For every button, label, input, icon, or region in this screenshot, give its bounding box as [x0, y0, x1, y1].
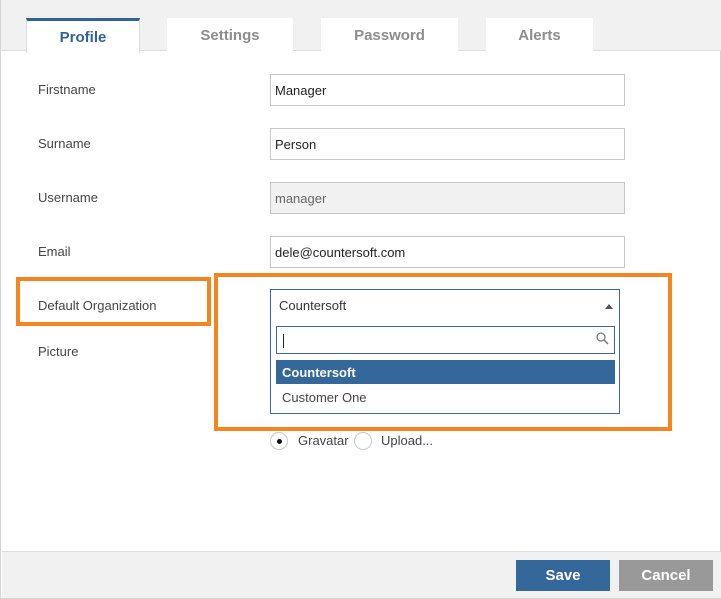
organization-select[interactable]: Countersoft [270, 289, 620, 321]
email-field[interactable] [270, 236, 625, 268]
tab-alerts[interactable]: Alerts [486, 18, 593, 52]
radio-upload-label: Upload... [381, 433, 434, 448]
surname-field[interactable] [270, 128, 625, 160]
username-label: Username [38, 190, 98, 205]
dropdown-option-countersoft[interactable]: Countersoft [276, 360, 615, 384]
save-button[interactable]: Save [516, 560, 610, 591]
tab-bar: Profile Settings Password Alerts [1, 0, 721, 53]
email-label: Email [38, 244, 71, 259]
search-icon [596, 332, 609, 345]
radio-checked-dot [277, 439, 282, 444]
surname-label: Surname [38, 136, 91, 151]
organization-search-input[interactable] [276, 326, 615, 354]
username-field [270, 182, 625, 214]
radio-gravatar-label: Gravatar [298, 433, 349, 448]
text-cursor [283, 334, 284, 348]
dialog-footer [2, 551, 721, 598]
radio-upload[interactable] [354, 432, 372, 450]
dropdown-option-customer-one[interactable]: Customer One [276, 385, 615, 409]
organization-selected-value: Countersoft [279, 297, 347, 313]
chevron-up-icon [605, 304, 613, 309]
cancel-button[interactable]: Cancel [619, 560, 713, 591]
tab-settings[interactable]: Settings [167, 18, 293, 52]
tab-profile[interactable]: Profile [26, 18, 140, 53]
tab-password[interactable]: Password [321, 18, 458, 52]
profile-dialog: Profile Settings Password Alerts Firstna… [0, 0, 721, 599]
picture-label: Picture [38, 344, 79, 359]
firstname-label: Firstname [38, 82, 96, 97]
firstname-field[interactable] [270, 74, 625, 106]
organization-dropdown: Countersoft Customer One [270, 320, 620, 414]
radio-gravatar[interactable] [270, 432, 288, 450]
default-organization-label: Default Organization [38, 298, 157, 313]
